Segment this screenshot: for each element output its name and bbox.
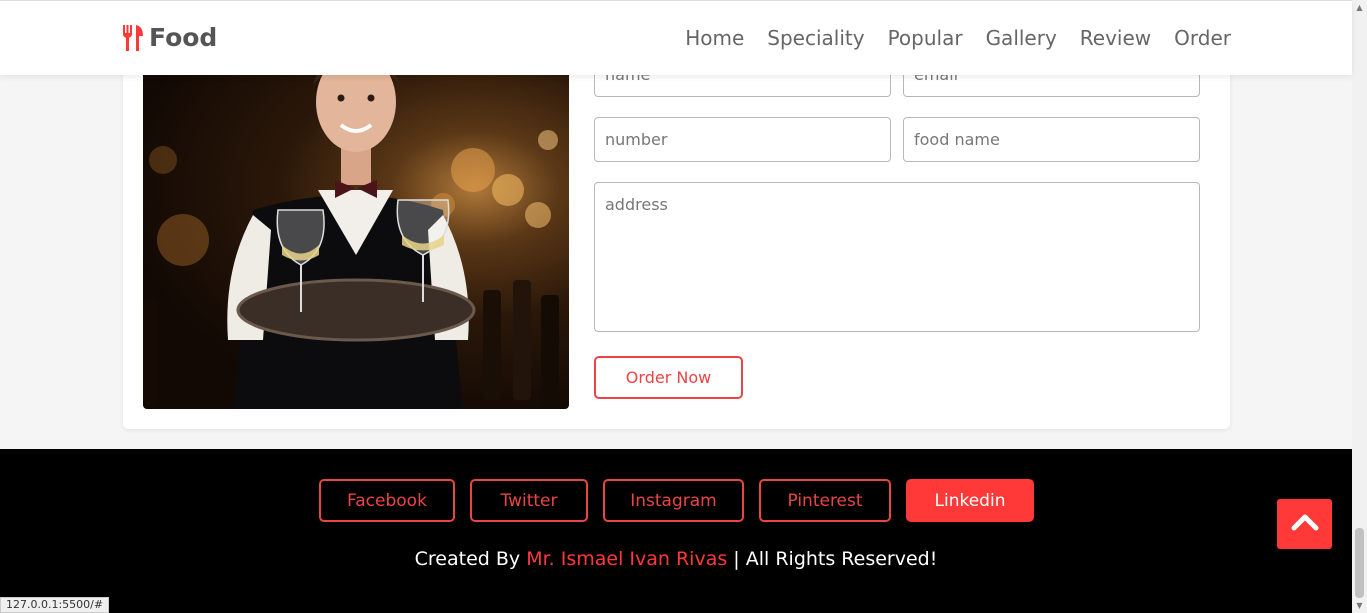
site-footer: Facebook Twitter Instagram Pinterest Lin… bbox=[0, 449, 1352, 613]
nav-home[interactable]: Home bbox=[685, 26, 744, 50]
nav-speciality[interactable]: Speciality bbox=[767, 26, 864, 50]
order-card: Order Now bbox=[123, 40, 1230, 429]
scrollbar-thumb[interactable] bbox=[1355, 528, 1364, 598]
order-now-button[interactable]: Order Now bbox=[594, 356, 743, 399]
credit-suffix: | All Rights Reserved! bbox=[733, 548, 938, 570]
logo-text: Food bbox=[149, 23, 218, 52]
address-textarea[interactable] bbox=[594, 182, 1200, 332]
pinterest-button[interactable]: Pinterest bbox=[759, 479, 891, 522]
nav-review[interactable]: Review bbox=[1080, 26, 1151, 50]
nav-order[interactable]: Order bbox=[1174, 26, 1231, 50]
food-name-input[interactable] bbox=[903, 117, 1200, 162]
utensils-icon bbox=[121, 24, 145, 52]
credit-prefix: Created By bbox=[414, 548, 521, 570]
scroll-top-button[interactable] bbox=[1277, 499, 1332, 549]
linkedin-button[interactable]: Linkedin bbox=[906, 479, 1034, 522]
facebook-button[interactable]: Facebook bbox=[319, 479, 455, 522]
twitter-button[interactable]: Twitter bbox=[470, 479, 588, 522]
credit-text: Created By Mr. Ismael Ivan Rivas | All R… bbox=[0, 548, 1352, 570]
status-bar-url: 127.0.0.1:5500/# bbox=[0, 597, 110, 613]
main-nav: Home Speciality Popular Gallery Review O… bbox=[685, 26, 1231, 50]
credit-author-link[interactable]: Mr. Ismael Ivan Rivas bbox=[526, 548, 727, 570]
nav-gallery[interactable]: Gallery bbox=[986, 26, 1057, 50]
number-input[interactable] bbox=[594, 117, 891, 162]
instagram-button[interactable]: Instagram bbox=[603, 479, 744, 522]
scrollbar[interactable]: ▲ ▼ bbox=[1352, 0, 1367, 613]
nav-popular[interactable]: Popular bbox=[888, 26, 963, 50]
site-header: Food Home Speciality Popular Gallery Rev… bbox=[0, 0, 1352, 75]
waitress-photo bbox=[143, 40, 569, 409]
chevron-up-icon bbox=[1291, 513, 1319, 535]
scroll-down-arrow-icon[interactable]: ▼ bbox=[1355, 601, 1364, 610]
scroll-up-arrow-icon[interactable]: ▲ bbox=[1355, 3, 1364, 12]
logo[interactable]: Food bbox=[121, 23, 217, 52]
